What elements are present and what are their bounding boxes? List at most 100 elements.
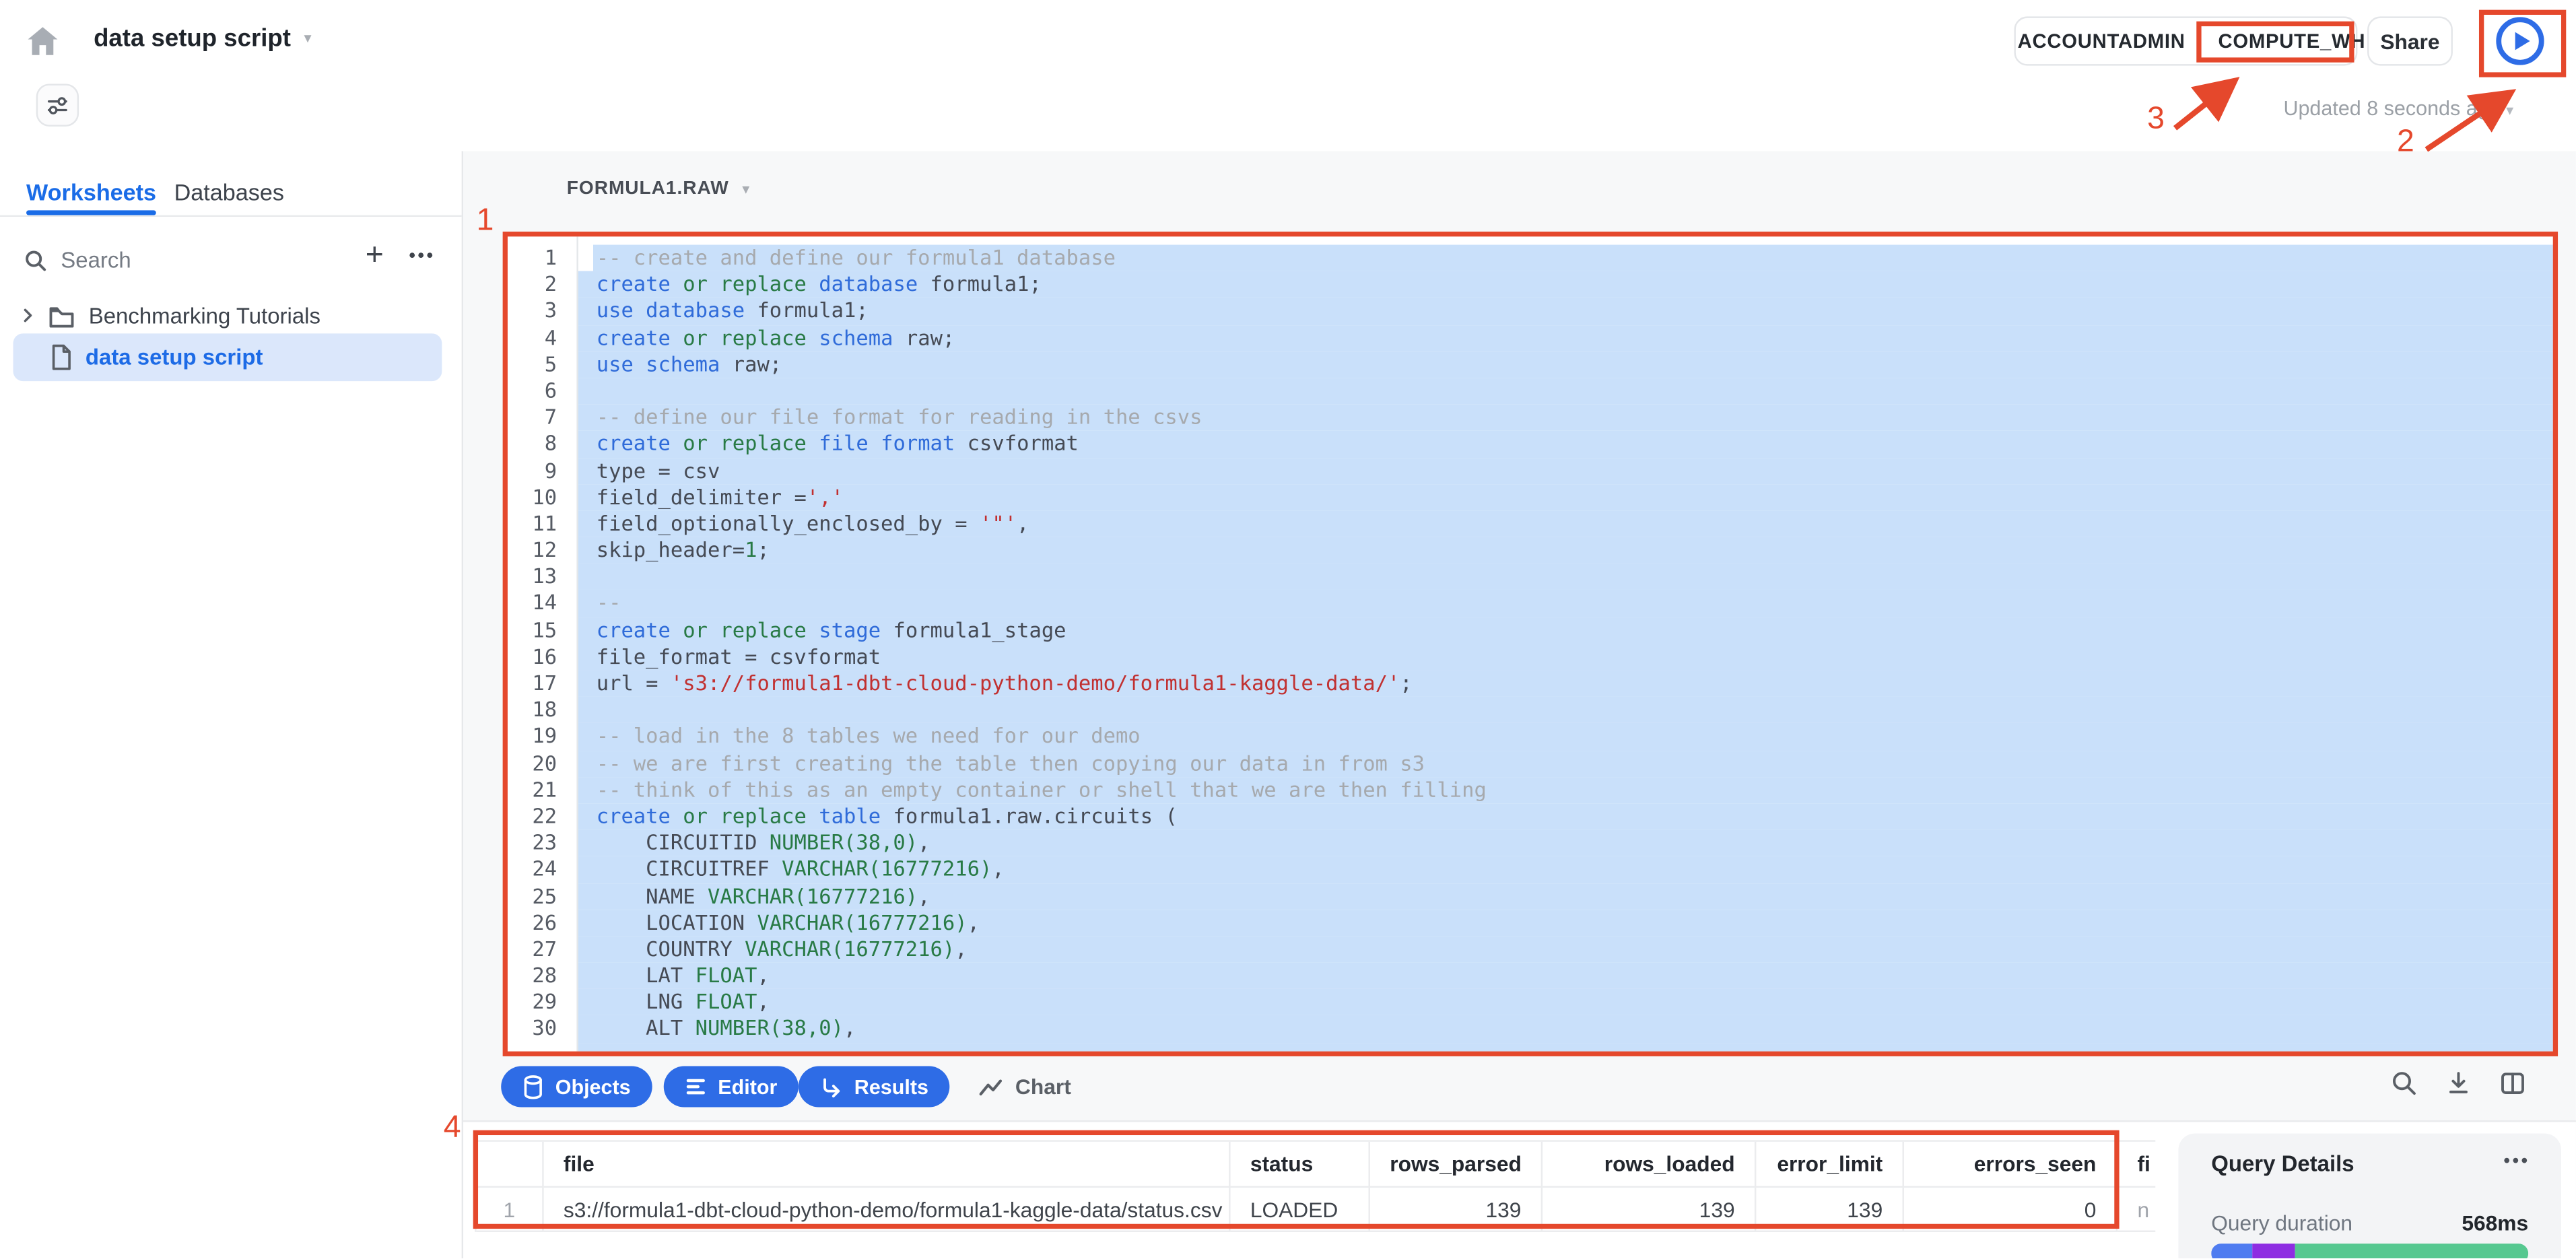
chart-label: Chart xyxy=(1015,1075,1071,1099)
code-line[interactable]: 3use database formula1; xyxy=(508,298,2553,325)
query-duration-label: Query duration xyxy=(2211,1211,2352,1235)
table-cell[interactable]: 139 xyxy=(1543,1188,1756,1232)
code-line[interactable]: 22create or replace table formula1.raw.c… xyxy=(508,803,2553,829)
tab-databases[interactable]: Databases xyxy=(174,179,284,205)
line-number: 2 xyxy=(508,271,576,298)
line-number: 16 xyxy=(508,644,576,670)
chart-toggle-button[interactable]: Chart xyxy=(978,1066,1071,1108)
more-options-button[interactable]: ••• xyxy=(401,236,443,276)
code-line[interactable]: 30 ALT NUMBER(38,0), xyxy=(508,1016,2553,1042)
chevron-down-icon: ▾ xyxy=(304,30,311,48)
tab-worksheets[interactable]: Worksheets xyxy=(26,179,156,205)
sidebar-tabs-divider xyxy=(0,215,462,217)
worksheet-title-dropdown[interactable]: data setup script ▾ xyxy=(94,25,311,53)
line-number: 24 xyxy=(508,856,576,883)
chevron-down-icon: ▾ xyxy=(742,180,749,198)
results-toggle-button[interactable]: Results xyxy=(799,1066,950,1108)
line-number: 23 xyxy=(508,830,576,856)
home-button[interactable] xyxy=(23,22,63,61)
line-number: 20 xyxy=(508,750,576,776)
code-line[interactable]: 2create or replace database formula1; xyxy=(508,271,2553,298)
updated-dropdown[interactable]: Updated 8 seconds ago ▾ xyxy=(2136,97,2513,120)
results-data-row[interactable]: 1s3://formula1-dbt-cloud-python-demo/for… xyxy=(477,1188,2156,1232)
folder-item-label: Benchmarking Tutorials xyxy=(89,303,320,328)
line-number: 6 xyxy=(508,378,576,404)
line-number: 13 xyxy=(508,564,576,590)
line-number: 4 xyxy=(508,325,576,351)
code-line[interactable]: 26 LOCATION VARCHAR(16777216), xyxy=(508,910,2553,936)
duration-bar-segment xyxy=(2252,1244,2295,1258)
table-cell[interactable]: 139 xyxy=(1756,1188,1904,1232)
editor-toggle-button[interactable]: Editor xyxy=(664,1066,799,1108)
ellipsis-icon: ••• xyxy=(409,246,435,266)
results-label: Results xyxy=(854,1075,928,1098)
line-number: 12 xyxy=(508,537,576,564)
split-view-button[interactable] xyxy=(2499,1069,2526,1097)
database-icon xyxy=(522,1074,544,1100)
line-number: 18 xyxy=(508,697,576,723)
line-number: 29 xyxy=(508,989,576,1015)
table-cell[interactable]: 0 xyxy=(1904,1188,2117,1232)
warehouse-label: COMPUTE_WH xyxy=(2218,30,2365,53)
code-line[interactable]: 14-- xyxy=(508,590,2553,617)
code-line[interactable]: 8create or replace file format csvformat xyxy=(508,431,2553,457)
code-line[interactable]: 10field_delimiter =',' xyxy=(508,484,2553,510)
code-line[interactable]: 19-- load in the 8 tables we need for ou… xyxy=(508,724,2553,750)
download-button[interactable] xyxy=(2445,1069,2472,1097)
code-line[interactable]: 4create or replace schema raw; xyxy=(508,325,2553,351)
role-label: ACCOUNTADMIN xyxy=(2018,30,2185,53)
code-line[interactable]: 27 COUNTRY VARCHAR(16777216), xyxy=(508,936,2553,962)
table-cell[interactable]: n xyxy=(2117,1188,2155,1232)
sql-editor[interactable]: 1-- create and define our formula1 datab… xyxy=(508,236,2553,1051)
search-icon xyxy=(23,247,48,272)
sidebar-item-worksheet-selected[interactable]: data setup script xyxy=(13,333,442,381)
selected-worksheet-label: data setup script xyxy=(86,345,263,370)
line-number: 27 xyxy=(508,936,576,962)
code-line[interactable]: 1-- create and define our formula1 datab… xyxy=(508,245,2553,271)
table-cell[interactable]: 139 xyxy=(1370,1188,1543,1232)
table-cell[interactable]: s3://formula1-dbt-cloud-python-demo/form… xyxy=(544,1188,1231,1232)
code-line[interactable]: 7-- define our file format for reading i… xyxy=(508,405,2553,431)
code-line[interactable]: 20-- we are first creating the table the… xyxy=(508,750,2553,776)
table-cell[interactable]: LOADED xyxy=(1231,1188,1370,1232)
code-line[interactable]: 15create or replace stage formula1_stage xyxy=(508,617,2553,644)
code-line[interactable]: 29 LNG FLOAT, xyxy=(508,989,2553,1015)
code-line[interactable]: 24 CIRCUITREF VARCHAR(16777216), xyxy=(508,856,2553,883)
column-header: fi xyxy=(2117,1142,2155,1188)
code-line[interactable]: 13 xyxy=(508,564,2553,590)
line-number: 25 xyxy=(508,883,576,910)
code-line[interactable]: 9type = csv xyxy=(508,458,2553,484)
context-selector[interactable]: FORMULA1.RAW ▾ xyxy=(567,179,749,199)
code-line[interactable]: 18 xyxy=(508,697,2553,723)
code-line[interactable]: 17url = 's3://formula1-dbt-cloud-python-… xyxy=(508,671,2553,697)
code-line[interactable]: 5use schema raw; xyxy=(508,351,2553,378)
code-line[interactable]: 21-- think of this as an empty container… xyxy=(508,777,2553,803)
code-line[interactable]: 11field_optionally_enclosed_by = '"', xyxy=(508,511,2553,537)
sidebar-item-folder[interactable]: Benchmarking Tutorials xyxy=(13,294,442,337)
line-number: 3 xyxy=(508,298,576,325)
line-number: 9 xyxy=(508,458,576,484)
line-number: 17 xyxy=(508,671,576,697)
search-input[interactable]: Search xyxy=(23,240,335,279)
table-cell[interactable]: 1 xyxy=(477,1188,544,1232)
role-warehouse-button[interactable]: ACCOUNTADMIN COMPUTE_WH xyxy=(2014,16,2357,65)
objects-toggle-button[interactable]: Objects xyxy=(501,1066,652,1108)
code-line[interactable]: 28 LAT FLOAT, xyxy=(508,963,2553,989)
new-worksheet-button[interactable]: + xyxy=(355,236,395,276)
play-icon xyxy=(2494,15,2546,67)
code-line[interactable]: 6 xyxy=(508,378,2553,404)
results-header-row: filestatusrows_parsedrows_loadederror_li… xyxy=(477,1142,2156,1188)
code-line[interactable]: 16file_format = csvformat xyxy=(508,644,2553,670)
run-button[interactable] xyxy=(2494,15,2546,67)
query-duration-value: 568ms xyxy=(2348,1211,2528,1235)
share-button[interactable]: Share xyxy=(2367,16,2453,65)
search-results-button[interactable] xyxy=(2390,1069,2418,1097)
share-label: Share xyxy=(2380,29,2439,54)
code-line[interactable]: 12skip_header=1; xyxy=(508,537,2553,564)
document-icon xyxy=(49,343,72,371)
code-line[interactable]: 25 NAME VARCHAR(16777216), xyxy=(508,883,2553,910)
filter-button[interactable] xyxy=(36,83,79,126)
code-line[interactable]: 23 CIRCUITID NUMBER(38,0), xyxy=(508,830,2553,856)
column-header: rows_loaded xyxy=(1543,1142,1756,1188)
query-details-more-button[interactable]: ••• xyxy=(2504,1151,2530,1171)
